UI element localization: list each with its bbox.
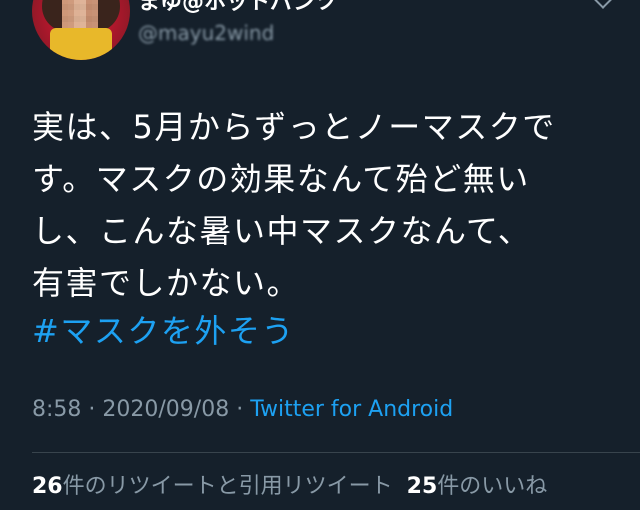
hashtag-link[interactable]: #マスクを外そう — [32, 309, 295, 353]
avatar-scarf — [50, 28, 112, 60]
like-count: 25 — [406, 474, 438, 499]
tweet-text-line: し、こんな暑い中マスクなんて、 — [32, 212, 532, 250]
display-name[interactable]: まゆ@ホットパンツ — [138, 0, 337, 16]
user-avatar[interactable] — [32, 0, 130, 60]
tweet-text-line: 有害でしかない。 — [32, 264, 301, 302]
retweet-count: 26 — [32, 474, 63, 499]
meta-separator: · — [81, 397, 103, 422]
tweet-meta: 8:58 · 2020/09/08 · Twitter for Android — [32, 397, 453, 422]
meta-separator: · — [229, 397, 251, 422]
tweet-time: 8:58 — [32, 397, 82, 422]
retweet-label: 件のリツイートと引用リツイート — [62, 474, 393, 499]
like-stat[interactable]: 25件のいいね — [407, 474, 548, 499]
chevron-down-icon[interactable] — [593, 0, 613, 9]
tweet-detail-page: まゆ@ホットパンツ @mayu2wind 実は、5月からずっとノーマスクで す。… — [0, 0, 640, 510]
tweet-date: 2020/09/08 — [102, 397, 230, 422]
tweet-stats: 26件のリツイートと引用リツイート 25件のいいね — [32, 468, 547, 500]
like-label: 件のいいね — [437, 474, 548, 499]
user-handle[interactable]: @mayu2wind — [138, 21, 274, 45]
tweet-text-line: 実は、5月からずっとノーマスクで — [32, 108, 556, 146]
tweet-source-link[interactable]: Twitter for Android — [250, 397, 453, 422]
retweet-stat[interactable]: 26件のリツイートと引用リツイート — [32, 474, 393, 499]
tweet-text: 実は、5月からずっとノーマスクで す。マスクの効果なんて殆ど無い し、こんな暑い… — [32, 101, 617, 309]
tweet-text-line: す。マスクの効果なんて殆ど無い — [32, 160, 530, 198]
divider — [32, 452, 640, 453]
